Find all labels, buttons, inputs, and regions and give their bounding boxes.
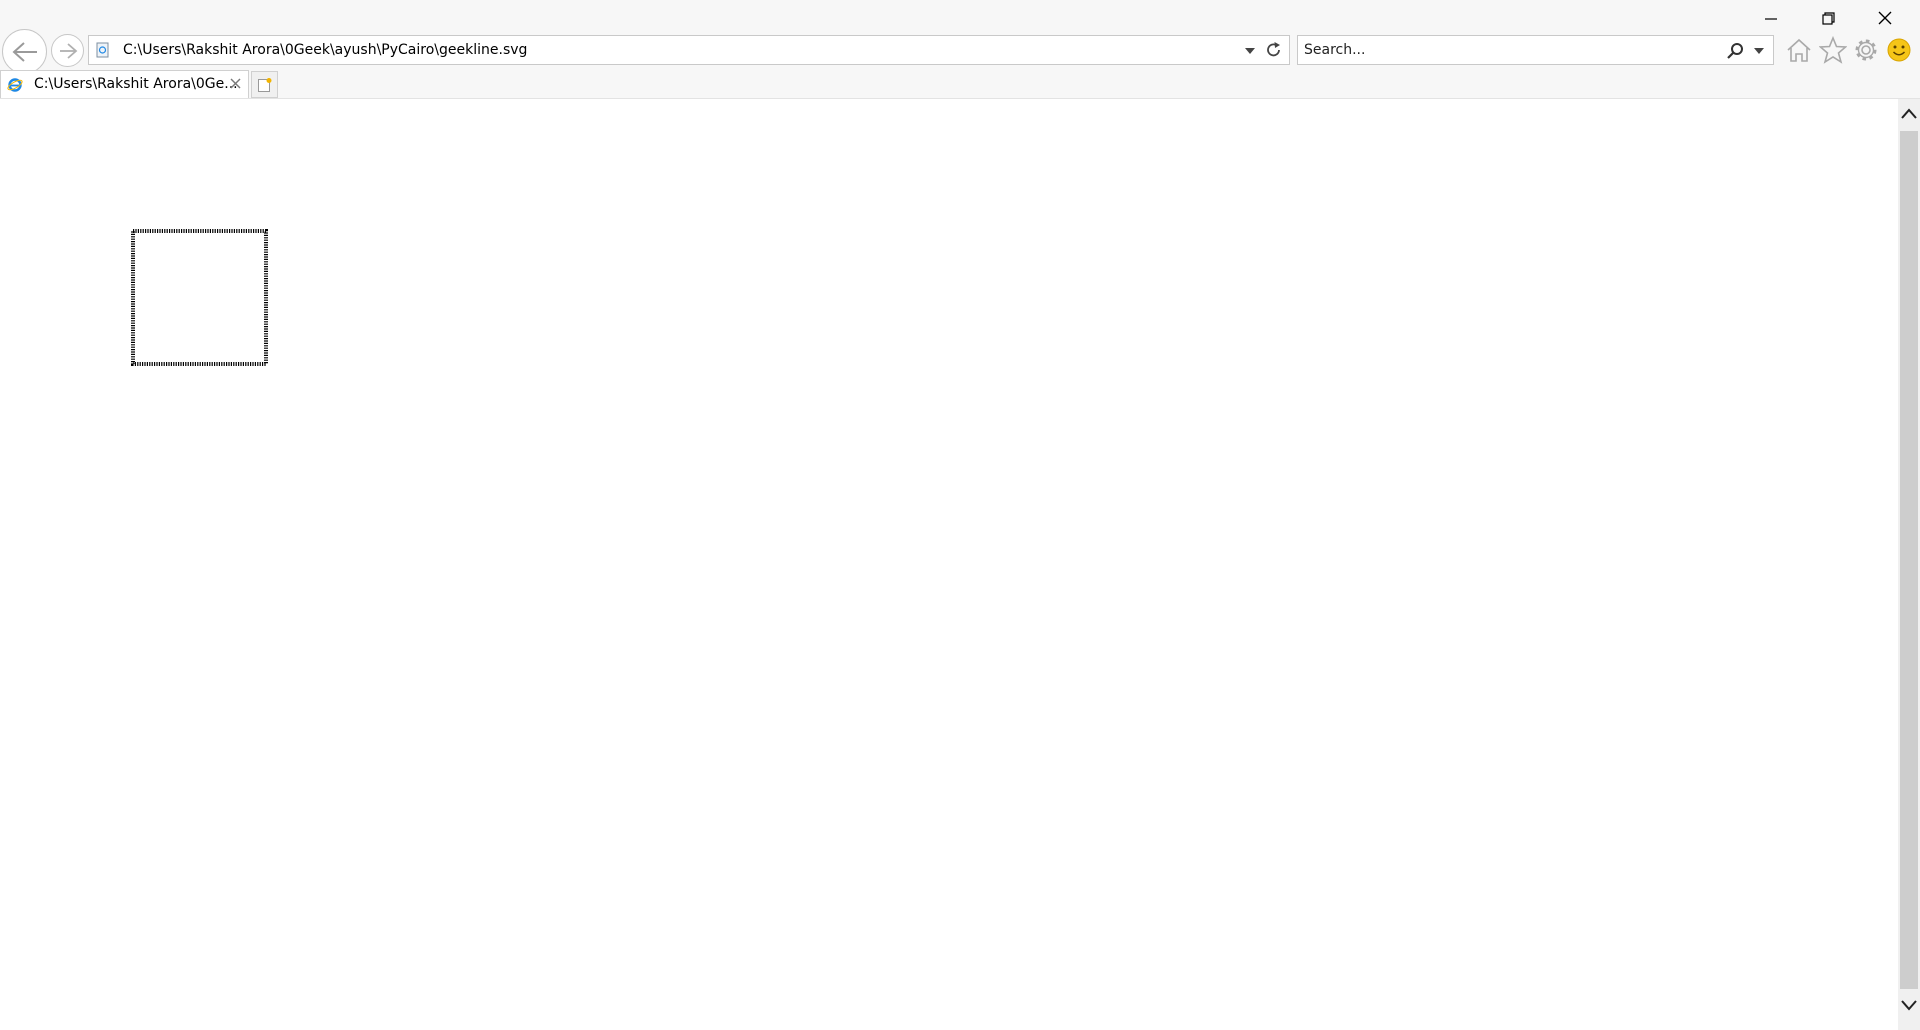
forward-arrow-icon [59,42,77,59]
feedback-smiley-icon [1887,38,1911,62]
home-button[interactable] [1784,36,1814,66]
search-icon[interactable] [1725,41,1745,61]
address-dropdown-icon[interactable] [1244,47,1256,55]
chevron-down-icon [1901,1000,1917,1011]
address-bar[interactable]: C:\Users\Rakshit Arora\0Geek\ayush\PyCai… [88,35,1290,65]
minimize-icon [1765,18,1777,20]
forward-button[interactable] [51,34,84,67]
ie-logo-icon [7,78,23,92]
search-dropdown-icon[interactable] [1753,47,1765,55]
chevron-up-icon [1901,108,1917,119]
back-button[interactable] [2,29,47,74]
address-url[interactable]: C:\Users\Rakshit Arora\0Geek\ayush\PyCai… [123,42,527,58]
settings-button[interactable] [1851,36,1881,66]
close-button[interactable] [1868,6,1902,30]
close-icon [1878,11,1892,25]
home-icon [1787,38,1811,62]
page-content [0,99,1898,1030]
vertical-scrollbar[interactable] [1898,99,1920,1030]
feedback-button[interactable] [1884,36,1914,66]
scroll-down-button[interactable] [1898,990,1920,1020]
new-tab-icon [258,78,272,92]
restore-icon [1822,12,1835,25]
tab-geekline-svg[interactable]: C:\Users\Rakshit Arora\0Ge... [0,70,249,98]
restore-button[interactable] [1811,6,1845,30]
minimize-button[interactable] [1754,6,1788,30]
favorites-star-icon [1819,36,1847,64]
settings-gear-icon [1855,39,1877,61]
svg-dashed-square [131,229,268,366]
tab-close-icon[interactable] [229,77,243,91]
search-box[interactable] [1297,35,1774,65]
browser-chrome: C:\Users\Rakshit Arora\0Geek\ayush\PyCai… [0,0,1920,99]
refresh-icon[interactable] [1265,41,1283,59]
scroll-up-button[interactable] [1898,99,1920,129]
favorites-button[interactable] [1818,36,1848,66]
back-arrow-icon [12,41,37,62]
page-icon [96,42,109,58]
new-tab-button[interactable] [251,71,278,98]
tab-title: C:\Users\Rakshit Arora\0Ge... [34,76,238,92]
scroll-thumb[interactable] [1900,131,1918,989]
search-input[interactable] [1304,40,1704,60]
